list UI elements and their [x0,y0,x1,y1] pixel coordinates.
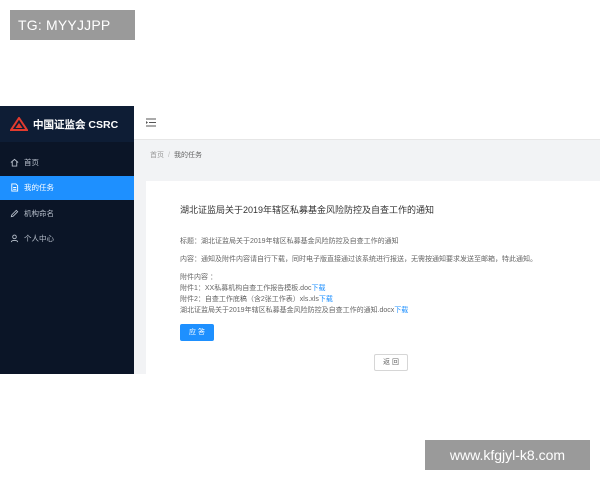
reply-button[interactable]: 应 答 [180,324,214,341]
sidebar-item-label: 个人中心 [24,234,54,243]
breadcrumb: 首页 / 我的任务 [134,142,600,168]
download-link[interactable]: 下载 [394,307,408,314]
notice-title: 湖北证监局关于2019年辖区私募基金风险防控及自查工作的通知 [180,205,435,215]
home-icon [10,158,19,167]
attachment-item: 附件1：XX私募机构自查工作报告模板.doc下载 [180,283,600,294]
brand-name: 中国证监会 CSRC [33,118,119,131]
notice-content: 内容：通知及附件内容请自行下载，同时电子版直接通过该系统进行报送，无需按通知要求… [180,256,537,263]
menu-toggle-icon[interactable] [146,118,156,127]
download-link[interactable]: 下载 [319,296,333,303]
sidebar-item-label: 我的任务 [24,183,54,192]
sidebar: 中国证监会 CSRC 首页 我的任务 机构命名 个人中心 [0,106,134,374]
attachment-name: 附件1：XX私募机构自查工作报告模板.doc [180,285,312,292]
attachment-name: 湖北证监局关于2019年辖区私募基金风险防控及自查工作的通知.docx [180,307,395,314]
top-bar [134,106,600,140]
back-button[interactable]: 返 回 [374,354,408,371]
edit-icon [10,209,19,218]
attachment-item: 湖北证监局关于2019年辖区私募基金风险防控及自查工作的通知.docx下载 [180,305,600,316]
breadcrumb-current: 我的任务 [173,152,202,159]
notice-subject: 标题：湖北证监局关于2019年辖区私募基金风险防控及自查工作的通知 [180,238,399,245]
sidebar-item-personal-center[interactable]: 个人中心 [0,227,134,251]
notice-card: 湖北证监局关于2019年辖区私募基金风险防控及自查工作的通知 标题：湖北证监局关… [146,181,600,374]
sidebar-item-my-tasks[interactable]: 我的任务 [0,175,134,200]
sidebar-menu: 首页 我的任务 机构命名 个人中心 [0,150,134,251]
csrc-logo-icon [9,116,29,131]
breadcrumb-separator: / [168,151,170,159]
sidebar-item-home[interactable]: 首页 [0,150,134,174]
download-link[interactable]: 下载 [311,285,325,292]
document-icon [10,183,19,192]
user-icon [10,234,19,243]
sidebar-item-institution-naming[interactable]: 机构命名 [0,201,134,225]
watermark-tag-bottom: www.kfgjyl-k8.com [425,440,590,470]
attachment-name: 附件2：自查工作底稿（含2张工作表）xls.xls [180,296,319,303]
watermark-tag-top: TG: MYYJJPP [10,10,135,40]
sidebar-item-label: 首页 [24,157,39,167]
sidebar-item-label: 机构命名 [24,208,54,218]
attachments-label: 附件内容 ： [180,274,217,281]
attachment-item: 附件2：自查工作底稿（含2张工作表）xls.xls下载 [180,294,600,305]
breadcrumb-home[interactable]: 首页 [150,150,164,160]
brand-header: 中国证监会 CSRC [0,106,134,142]
